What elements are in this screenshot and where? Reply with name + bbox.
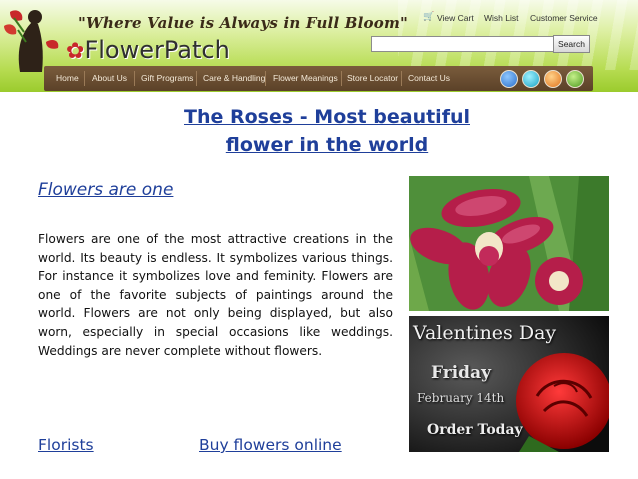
section-subheading[interactable]: Flowers are one [38, 180, 173, 200]
site-tagline: "Where Value is Always in Full Bloom" [78, 14, 409, 32]
page-title-line-2: flower in the world [225, 134, 429, 156]
search-input[interactable] [371, 36, 557, 52]
nav-divider [84, 71, 85, 86]
page-title[interactable]: The Roses - Most beautiful flower in the… [160, 103, 494, 159]
search-button[interactable]: Search [553, 35, 590, 53]
orchid-photo [409, 176, 609, 311]
nav-divider [341, 71, 342, 86]
nav-divider [401, 71, 402, 86]
florists-link[interactable]: Florists [38, 436, 94, 454]
nav-contact-us[interactable]: Contact Us [408, 73, 450, 83]
nav-gift-programs[interactable]: Gift Programs [141, 73, 193, 83]
buy-flowers-online-link[interactable]: Buy flowers online [199, 436, 342, 454]
valentine-line-3: February 14th [417, 391, 505, 405]
logo-wordmark: FlowerPatch [84, 36, 230, 64]
cart-icon[interactable]: 🛒 [423, 12, 434, 22]
valentine-line-4: Order Today [427, 422, 523, 438]
social-icon-orange[interactable] [544, 70, 562, 88]
logo-flower-icon: ✿ [66, 39, 85, 64]
nav-home[interactable]: Home [56, 73, 79, 83]
social-icon-teal[interactable] [522, 70, 540, 88]
customer-service-link[interactable]: Customer Service [530, 13, 598, 23]
valentines-day-promo-image[interactable]: Valentines Day Friday February 14th Orde… [409, 316, 609, 452]
header-stripes [398, 0, 638, 70]
site-logo[interactable]: ✿FlowerPatch [66, 36, 230, 64]
body-paragraph: Flowers are one of the most attractive c… [38, 232, 393, 358]
orchid-photo-graphic [409, 176, 609, 311]
wish-list-link[interactable]: Wish List [484, 13, 518, 23]
nav-care-handling[interactable]: Care & Handling [203, 73, 265, 83]
nav-store-locator[interactable]: Store Locator [347, 73, 398, 83]
valentine-line-2: Friday [431, 363, 491, 383]
nav-divider [134, 71, 135, 86]
nav-about-us[interactable]: About Us [92, 73, 127, 83]
social-icon-green[interactable] [566, 70, 584, 88]
valentine-line-1: Valentines Day [413, 322, 557, 344]
nav-divider [196, 71, 197, 86]
main-nav: Home About Us Gift Programs Care & Handl… [44, 66, 593, 91]
view-cart-link[interactable]: View Cart [437, 13, 474, 23]
nav-flower-meanings[interactable]: Flower Meanings [273, 73, 338, 83]
social-icon-blue[interactable] [500, 70, 518, 88]
nav-divider [265, 71, 266, 86]
page-title-line-1: The Roses - Most beautiful [184, 106, 470, 128]
